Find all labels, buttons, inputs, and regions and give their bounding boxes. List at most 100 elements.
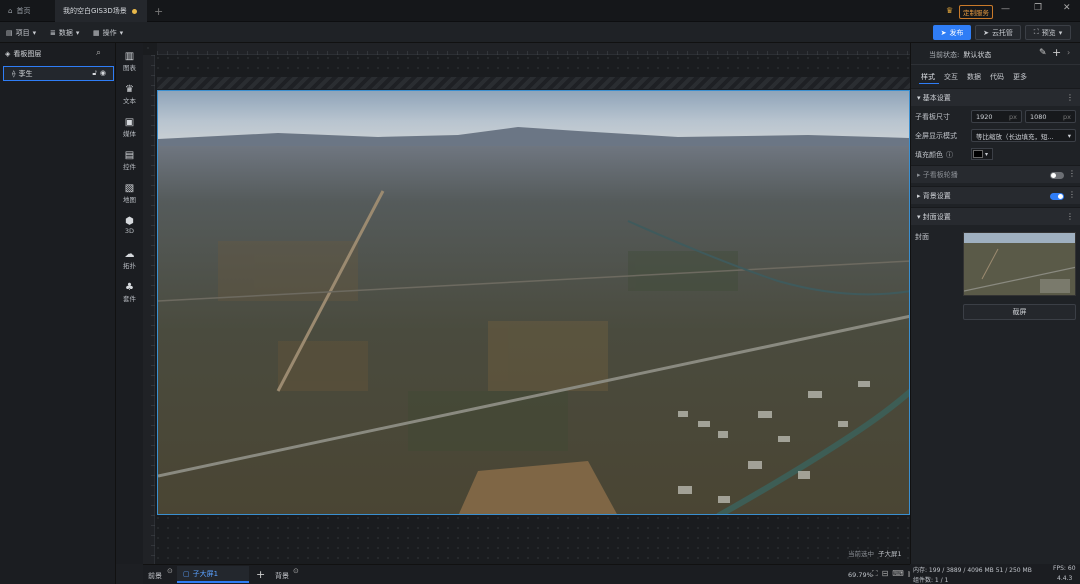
home-icon: ⌂ (8, 7, 13, 15)
tab-code[interactable]: 代码 (990, 72, 1004, 82)
tab-interaction[interactable]: 交互 (944, 72, 958, 82)
cover-image (964, 233, 1075, 295)
unsaved-dot (131, 8, 137, 14)
restore-button[interactable]: ❐ (1034, 3, 1042, 13)
iconbar-map[interactable]: ▧ 地图 (116, 183, 143, 204)
section-carousel[interactable]: ▸ 子看板轮播 ⋮ (911, 165, 1080, 183)
capture-button[interactable]: 截屏 (963, 304, 1076, 320)
widget-icon: ▤ (124, 150, 135, 161)
properties-panel: 当前状态: 默认状态 ✎ + › 样式 交互 数据 代码 更多 ▾ 基本设置 ⋮ 子… (910, 43, 1080, 564)
background-toggle-icon[interactable]: ⊙ (293, 567, 299, 575)
ruler-horizontal (157, 43, 910, 55)
menu-ops[interactable]: ▦ 操作 ▾ (93, 22, 123, 43)
tab-data[interactable]: 数据 (967, 72, 981, 82)
more-icon[interactable]: ⋮ (1066, 93, 1074, 102)
search-icon[interactable]: ⌕ (96, 48, 101, 58)
screen-tabs-bar: 前景 ⊙ ▢ 子大屏1 + 背景 ⊙ 69.79% ⛶⊟⌨▣ (143, 564, 915, 584)
chevron-down-icon: ▾ (119, 28, 124, 37)
menu-project[interactable]: ▤ 项目 ▾ (6, 22, 36, 43)
cover-label: 封面 (915, 233, 929, 241)
chart-icon: ▥ (124, 51, 135, 62)
lock-eye-icons[interactable]: 🔓︎◉ (92, 69, 109, 78)
preview-button[interactable]: ⛶ 预览 ▾ (1025, 25, 1071, 40)
fill-color-picker[interactable]: ▾ (971, 148, 993, 160)
crown-icon: ♛ (946, 6, 954, 15)
chevron-down-icon: ▾ (985, 150, 989, 158)
property-tabs: 样式 交互 数据 代码 更多 (921, 72, 1027, 82)
new-tab-button[interactable]: + (154, 5, 163, 18)
tab-home[interactable]: ⌂ 首页 (0, 0, 52, 22)
aerial-map-image (158, 91, 909, 514)
tab-more[interactable]: 更多 (1013, 72, 1027, 82)
more-icon[interactable]: ⋮ (1068, 169, 1076, 178)
active-tab-indicator (919, 83, 939, 84)
carousel-toggle[interactable] (1050, 172, 1064, 179)
layer-item[interactable]: ⟠ 孪生 🔓︎◉ (3, 66, 114, 81)
cloud-hosting-button[interactable]: ➤ 云托管 (975, 25, 1021, 40)
iconbar-text[interactable]: ♛ 文本 (116, 84, 143, 105)
minimize-button[interactable]: — (1001, 4, 1010, 14)
text-icon: ♛ (125, 84, 134, 95)
screen-icon: ▢ (183, 569, 190, 578)
more-icon[interactable]: ⋮ (1068, 190, 1076, 199)
file-icon: ▤ (6, 28, 13, 37)
iconbar-media[interactable]: ▣ 媒体 (116, 117, 143, 138)
gis-3d-viewport[interactable] (157, 90, 910, 515)
color-swatch (973, 150, 983, 158)
grid-icon: ▦ (93, 28, 100, 37)
iconbar-3d[interactable]: ⬢ 3D (116, 216, 143, 235)
chevron-down-icon: ▾ (32, 28, 37, 37)
send-icon: ➤ (940, 28, 947, 37)
info-icon: ⓘ (946, 151, 953, 159)
edit-icon[interactable]: ✎ (1039, 48, 1047, 58)
width-input[interactable]: 1920 px (971, 110, 1022, 123)
add-screen-button[interactable]: + (256, 568, 265, 581)
fps-status: FPS: 60 (1053, 565, 1076, 572)
custom-service-button[interactable]: 定制服务 (959, 5, 993, 19)
topology-icon: ☁ (124, 249, 135, 260)
height-input[interactable]: 1080 px (1025, 110, 1076, 123)
cube-icon: ⬢ (125, 216, 134, 227)
ruler-vertical (143, 55, 155, 564)
chevron-down-icon: ▾ (1058, 28, 1063, 37)
iconbar-kit[interactable]: ♣ 套件 (116, 282, 143, 303)
fullscreen-icon: ⛶ (1033, 28, 1039, 36)
selection-indicator: 当前选中 子大屏1 (848, 550, 902, 558)
iconbar-chart[interactable]: ▥ 图表 (116, 51, 143, 72)
publish-button[interactable]: ➤ 发布 (933, 25, 971, 40)
zoom-level[interactable]: 69.79% (848, 571, 873, 579)
section-basic[interactable]: ▾ 基本设置 ⋮ (911, 88, 1080, 106)
send-icon: ➤ (983, 28, 989, 37)
cover-thumbnail[interactable] (963, 232, 1076, 296)
tab-sub-screen[interactable]: ▢ 子大屏1 (177, 566, 249, 583)
iconbar-widget[interactable]: ▤ 控件 (116, 150, 143, 171)
background-toggle[interactable] (1050, 193, 1064, 200)
tab-foreground[interactable]: 前景 (148, 571, 162, 581)
tab-label: 首页 (16, 7, 31, 15)
component-count: 组件数: 1 / 1 (913, 577, 949, 584)
component-iconbar: ▥ 图表 ♛ 文本 ▣ 媒体 ▤ 控件 ▧ 地图 ⬢ 3D ☁ 拓扑 ♣ 套件 (116, 43, 143, 564)
version-label: 4.4.3 (1057, 575, 1073, 582)
toolbar: ▤ 项目 ▾ ≣ 数据 ▾ ▦ 操作 ▾ ➤ 发布 ➤ 云托管 ⛶ 预览 ▾ (0, 22, 1080, 43)
foreground-toggle-icon[interactable]: ⊙ (167, 567, 173, 575)
display-mode-select[interactable]: 等比缩放（长边填充，短... ▾ (971, 129, 1076, 142)
map-icon: ▧ (124, 183, 135, 194)
more-icon[interactable]: ⋮ (1066, 212, 1074, 221)
media-icon: ▣ (124, 117, 135, 128)
fill-color-label: 填充颜色 ⓘ (915, 151, 953, 159)
add-state-button[interactable]: + (1052, 46, 1061, 59)
chevron-right-icon[interactable]: › (1067, 48, 1070, 57)
divider (911, 64, 1080, 65)
state-row: 当前状态: 默认状态 (929, 51, 992, 59)
tab-background[interactable]: 背景 (275, 571, 289, 581)
twin-icon: ⟠ (12, 69, 16, 78)
menu-data[interactable]: ≣ 数据 ▾ (50, 22, 79, 43)
iconbar-topology[interactable]: ☁ 拓扑 (116, 249, 143, 270)
layers-header: ◈ 看板图层 (5, 50, 42, 58)
memory-status: 内存: 199 / 3889 / 4096 MB 51 / 250 MB (913, 567, 1032, 574)
section-background[interactable]: ▸ 背景设置 ⋮ (911, 186, 1080, 204)
tab-scene[interactable]: 我的空白GIS3D场景 (55, 0, 147, 22)
section-cover[interactable]: ▾ 封面设置 ⋮ (911, 207, 1080, 225)
close-button[interactable]: ✕ (1063, 3, 1071, 13)
tab-style[interactable]: 样式 (921, 72, 935, 82)
